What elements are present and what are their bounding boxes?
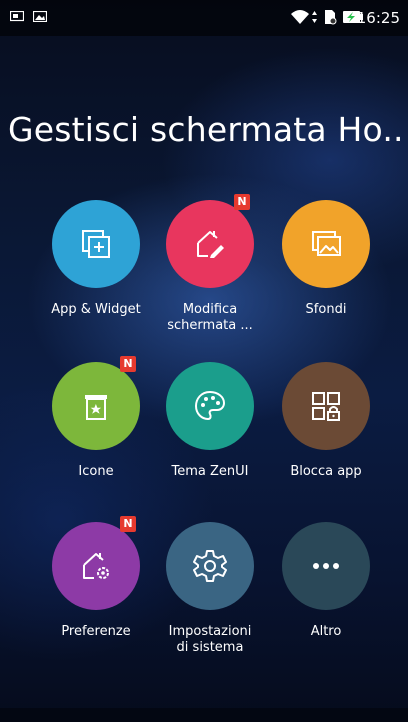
tile-icons-circle[interactable]: N	[52, 356, 140, 450]
tile-edit-home-circle[interactable]: N	[166, 194, 254, 288]
gear-icon	[193, 550, 227, 582]
new-badge: N	[120, 516, 136, 532]
sd-card-icon	[325, 10, 337, 25]
tile-system-settings-circle[interactable]	[166, 522, 254, 610]
bottom-bar	[0, 708, 408, 722]
tile-system-settings-label: Impostazioni di sistema	[168, 624, 252, 655]
app-lock-icon	[312, 392, 340, 421]
tile-app-widget[interactable]: App & Widget	[36, 200, 156, 318]
wallpaper-icon	[312, 231, 341, 256]
page-title: Gestisci schermata Ho...	[8, 110, 404, 149]
edit-home-icon	[197, 231, 224, 258]
tile-zenui-theme[interactable]: Tema ZenUI	[150, 362, 270, 480]
tile-more[interactable]: Altro	[266, 522, 386, 640]
tile-system-settings[interactable]: Impostazioni di sistema	[150, 522, 270, 656]
tile-app-lock[interactable]: Blocca app	[266, 362, 386, 480]
tile-preferences-label: Preferenze	[61, 624, 131, 639]
palette-icon	[194, 390, 226, 421]
tile-more-label: Altro	[310, 624, 342, 639]
tile-app-lock-circle[interactable]	[282, 362, 370, 450]
new-badge: N	[120, 356, 136, 372]
tile-icons-label: Icone	[78, 464, 114, 479]
app-widget-icon	[82, 230, 110, 258]
new-badge: N	[234, 194, 250, 210]
tile-preferences[interactable]: N Preferenze	[36, 516, 156, 640]
tile-more-circle[interactable]	[282, 522, 370, 610]
home-settings-icon	[83, 553, 109, 579]
tile-app-lock-label: Blocca app	[290, 464, 362, 479]
wifi-icon	[291, 10, 309, 24]
screen-cast-icon	[10, 11, 24, 22]
tile-app-widget-label: App & Widget	[51, 302, 141, 317]
tile-wallpaper-label: Sfondi	[305, 302, 347, 317]
tile-app-widget-circle[interactable]	[52, 200, 140, 288]
icon-pack-icon	[85, 395, 107, 420]
tile-zenui-theme-label: Tema ZenUI	[171, 464, 249, 479]
status-bar: 16:25	[0, 0, 408, 36]
data-arrows-icon	[312, 11, 317, 23]
tile-icons[interactable]: N Icone	[36, 356, 156, 480]
tile-edit-home-label: Modifica schermata ...	[167, 302, 253, 333]
tile-wallpaper[interactable]: Sfondi	[266, 200, 386, 318]
tile-zenui-theme-circle[interactable]	[166, 362, 254, 450]
tile-preferences-circle[interactable]: N	[52, 516, 140, 610]
more-icon	[313, 563, 339, 569]
status-time: 16:25	[356, 9, 400, 27]
tile-wallpaper-circle[interactable]	[282, 200, 370, 288]
image-icon	[33, 11, 47, 22]
tile-edit-home[interactable]: N Modifica schermata ...	[150, 194, 270, 334]
